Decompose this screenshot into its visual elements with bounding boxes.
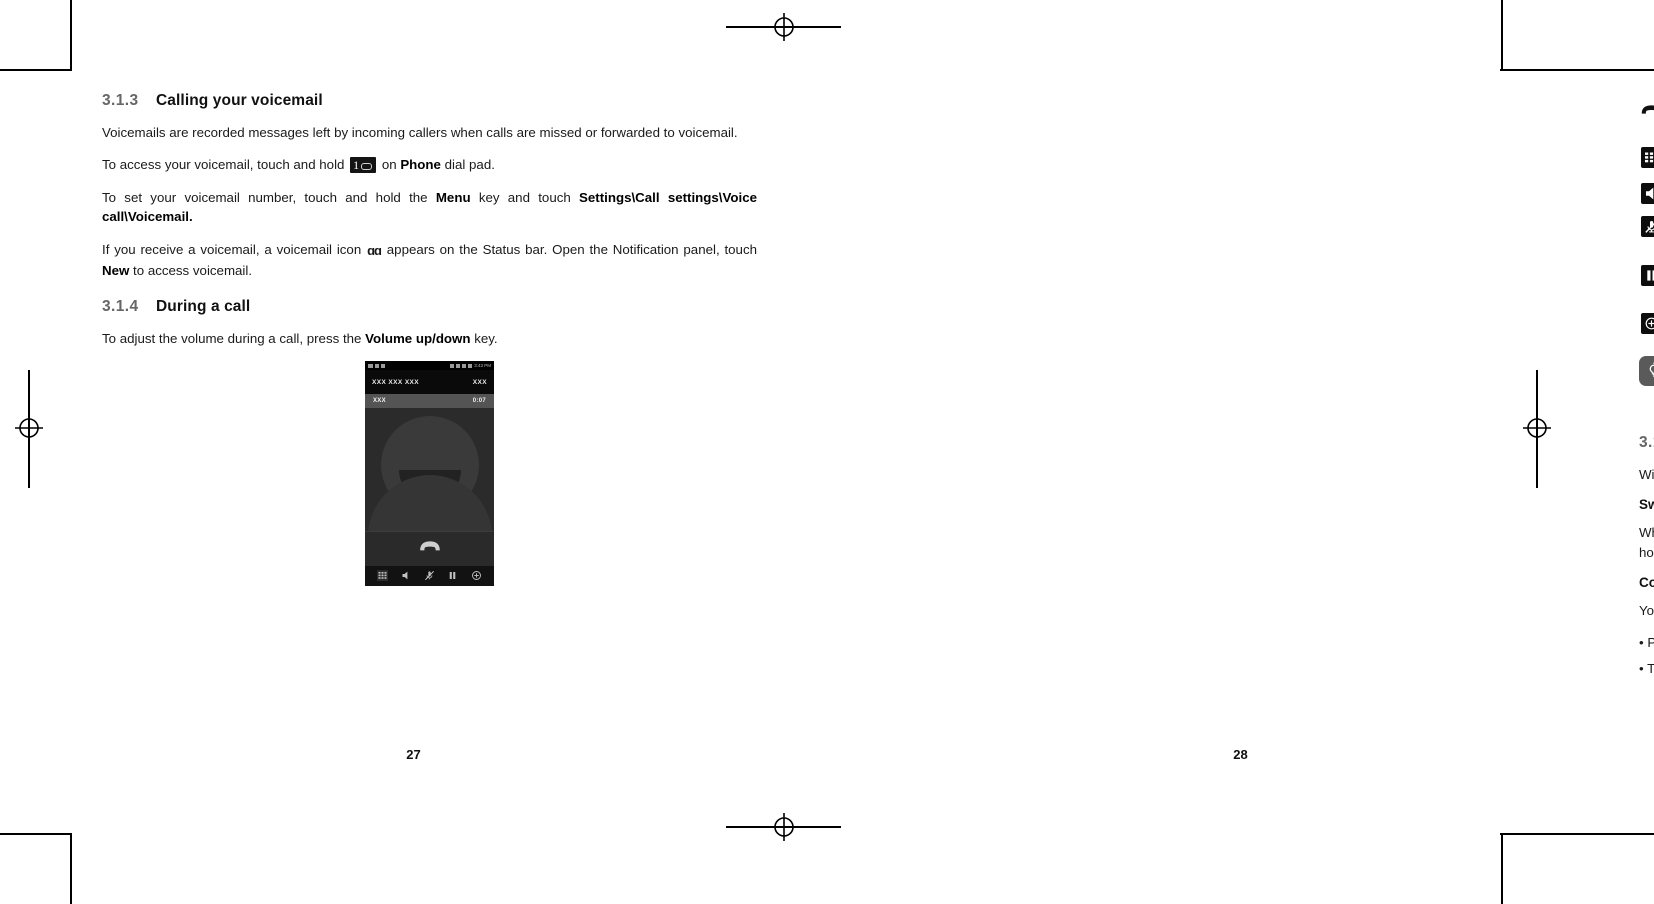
paragraph-conference-calls: You can set up a conference call.: [1639, 603, 1654, 619]
paragraph-volume: To adjust the volume during a call, pres…: [102, 329, 757, 348]
icon-row-mute: Touch to mute the current call. Touch th…: [1639, 216, 1654, 237]
access-text-3: dial pad.: [440, 157, 495, 173]
receive-bold-new: New: [102, 262, 130, 278]
volume-text-1: To adjust the volume during a call, pres…: [102, 331, 366, 346]
access-text-1: To access your voicemail, touch and hold: [102, 157, 349, 173]
phone-call-toolbar[interactable]: [365, 566, 494, 587]
receive-text-2: appears on the Status bar. Open the Noti…: [381, 241, 757, 257]
left-page-content: 3.1.3 Calling your voicemail Voicemails …: [102, 92, 757, 587]
phone-sub-label: XXX: [373, 398, 386, 405]
phone-avatar-area: [365, 408, 494, 532]
icon-row-speaker: Touch to activate speaker mode during a …: [1639, 183, 1654, 204]
paragraph-access-voicemail: To access your voicemail, touch and hold…: [102, 155, 757, 174]
paragraph-multiple-calls: With this phone you can handle multiple …: [1639, 466, 1654, 482]
paragraph-swap-calls: When you accept two calls, touch icon , …: [1639, 523, 1654, 562]
lightbulb-tip-icon: [1639, 356, 1654, 386]
heading-3-1-4: 3.1.4 During a call: [102, 298, 757, 316]
mute-icon: [1641, 216, 1654, 237]
icon-cell-end-call: [1639, 100, 1654, 121]
icon-row-hold: Touch to hold the current call. Touch th…: [1639, 265, 1654, 286]
access-bold-phone: Phone: [400, 157, 441, 173]
heading-3-1-4-title: During a call: [156, 298, 251, 315]
icon-cell-add-call: [1639, 313, 1654, 334]
icon-cell-dialpad: [1639, 147, 1654, 168]
page-right: Touch to end the current call. Touch to …: [827, 0, 1654, 904]
heading-3-1-3: 3.1.3 Calling your voicemail: [102, 92, 757, 110]
speaker-icon: [1641, 183, 1654, 204]
paragraph-voicemails-text: Voicemails are recorded messages left by…: [102, 125, 738, 140]
bullet2-text-1: • Touch icon: [1639, 660, 1654, 676]
heading-swap-calls: Swap calls: [1639, 497, 1654, 513]
right-page-content: Touch to end the current call. Touch to …: [1639, 100, 1654, 684]
icon-cell-speaker: [1639, 183, 1654, 204]
heading-3-1-3-number: 3.1.3: [102, 92, 139, 109]
hold-icon[interactable]: [447, 568, 458, 586]
setnum-text-1: To set your voicemail number, touch and …: [102, 189, 436, 205]
volume-bold-key: Volume up/down: [365, 331, 471, 346]
phone-caller-row: XXX XXX XXX XXX: [365, 370, 494, 395]
sim-icon: [381, 363, 385, 368]
icon-cell-mute: [1639, 216, 1654, 237]
volume-text-2: key.: [470, 331, 498, 346]
share-icon: [375, 363, 379, 368]
status-bar-left-icons: [368, 363, 385, 368]
add-call-icon: [1641, 313, 1654, 334]
page-number-right: 28: [1233, 747, 1248, 762]
heading-3-1-4-number: 3.1.4: [102, 298, 139, 315]
phone-end-call-bar[interactable]: [365, 531, 494, 567]
page-left: 3.1.3 Calling your voicemail Voicemails …: [0, 0, 827, 904]
dialpad-icon: [1641, 147, 1654, 168]
setnum-bold-menu: Menu: [435, 189, 471, 205]
voicemail-status-icon: ɑɑ: [367, 242, 382, 258]
heading-conference-calls: Conference calls: [1639, 575, 1654, 591]
heading-3-1-3-title: Calling your voicemail: [156, 92, 323, 109]
icon-cell-hold: [1639, 265, 1654, 286]
icon-row-end-call: Touch to end the current call.: [1639, 100, 1654, 121]
phone-subheader-row: XXX 0:07: [365, 394, 494, 409]
swap-text-1: When you accept two calls, touch icon: [1639, 525, 1654, 541]
phone-mockup-wrapper: 3:43 PM XXX XXX XXX XXX XXX 0:07: [102, 361, 757, 587]
status-bar-right-icons: 3:43 PM: [450, 363, 491, 368]
setnum-text-2: key and touch: [470, 189, 580, 205]
tip-box: To avoid misoperation on touchscreen dur…: [1639, 356, 1654, 414]
heading-3-1-5-number: 3.1.5: [1639, 433, 1654, 451]
phone-mockup: 3:43 PM XXX XXX XXX XXX XXX 0:07: [365, 361, 494, 587]
add-call-icon[interactable]: [471, 568, 482, 586]
status-bar-time: 3:43 PM: [474, 363, 491, 369]
sms-icon: [368, 363, 373, 368]
wifi-icon: [456, 363, 461, 368]
paragraph-voicemails: Voicemails are recorded messages left by…: [102, 123, 757, 142]
receive-text-3: to access voicemail.: [129, 262, 253, 278]
bullet-place-call: • Place a call to the first participant …: [1639, 635, 1654, 651]
paragraph-receive-voicemail: If you receive a voicemail, a voicemail …: [102, 240, 757, 280]
paragraph-set-voicemail-number: To set your voicemail number, touch and …: [102, 188, 757, 227]
end-call-icon: [1641, 100, 1654, 121]
end-call-icon[interactable]: [419, 540, 441, 558]
mute-icon[interactable]: [424, 568, 435, 586]
phone-caller-name: XXX XXX XXX: [372, 378, 420, 386]
access-text-2: on: [378, 157, 401, 173]
hold-icon: [1641, 265, 1654, 286]
receive-text-1: If you receive a voicemail, a voicemail …: [102, 241, 367, 257]
icon-row-dialpad: Touch to display dial pad.: [1639, 147, 1654, 168]
voicemail-key-1-icon: [350, 157, 377, 174]
signal-icon: [462, 363, 467, 368]
bullet-touch-icon: • Touch icon .: [1639, 659, 1654, 678]
phone-status-bar: 3:43 PM: [365, 361, 494, 371]
phone-call-timer: 0:07: [472, 398, 486, 405]
heading-3-1-5: 3.1.5 Managing multiple calls: [1639, 434, 1654, 452]
page-number-left: 27: [406, 747, 421, 762]
phone-caller-right: XXX: [472, 378, 487, 386]
speaker-icon[interactable]: [401, 568, 412, 586]
usb-icon: [450, 363, 455, 368]
battery-icon: [468, 363, 473, 368]
dialpad-icon[interactable]: [377, 568, 389, 586]
icon-row-add-call: Touch to add a call.: [1639, 313, 1654, 334]
